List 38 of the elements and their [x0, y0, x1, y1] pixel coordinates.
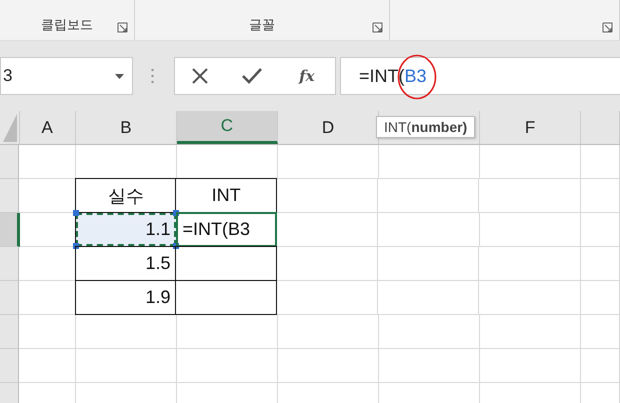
row-header[interactable]: [0, 247, 20, 281]
table-cell: [580, 349, 620, 383]
table-cell: INT: [175, 178, 277, 213]
table-cell: 1.9: [75, 280, 176, 315]
function-tooltip: INT(number): [376, 116, 476, 138]
row-header[interactable]: [0, 349, 20, 383]
table-cell: [19, 145, 76, 179]
checkmark-icon[interactable]: [242, 68, 262, 84]
table-cell: [580, 179, 620, 213]
row-header[interactable]: [0, 179, 20, 213]
table-cell: [580, 315, 620, 349]
row-header[interactable]: [0, 281, 20, 315]
row-header[interactable]: [0, 145, 20, 179]
column-header[interactable]: F: [480, 111, 582, 144]
select-all-corner-icon[interactable]: [2, 114, 17, 142]
table-cell: [580, 281, 620, 315]
active-cell: =INT(B3: [176, 212, 277, 247]
grip-icon[interactable]: [151, 68, 154, 84]
column-header[interactable]: A: [20, 111, 76, 144]
ribbon-group-label: 클립보드: [41, 17, 93, 34]
row-header[interactable]: [0, 315, 20, 349]
dropdown-caret-icon[interactable]: [115, 74, 124, 78]
dialog-launcher-icon[interactable]: [117, 22, 128, 33]
table-cell: [19, 315, 76, 349]
dialog-launcher-icon[interactable]: [602, 22, 613, 33]
column-header[interactable]: C: [176, 111, 278, 144]
table-cell: [580, 213, 620, 247]
table-cell: [19, 349, 76, 383]
name-box[interactable]: 3: [0, 57, 133, 95]
table-cell: [580, 145, 620, 179]
table-cell: 1.1: [75, 212, 176, 247]
row-header[interactable]: [0, 213, 20, 247]
table-cell: [580, 247, 620, 281]
insert-function-button[interactable]: fx: [295, 67, 319, 85]
dialog-launcher-icon[interactable]: [372, 22, 383, 33]
ribbon-group-label: 글꼴: [249, 17, 275, 34]
cancel-icon[interactable]: [191, 67, 210, 85]
table-cell: 1.5: [75, 246, 176, 281]
